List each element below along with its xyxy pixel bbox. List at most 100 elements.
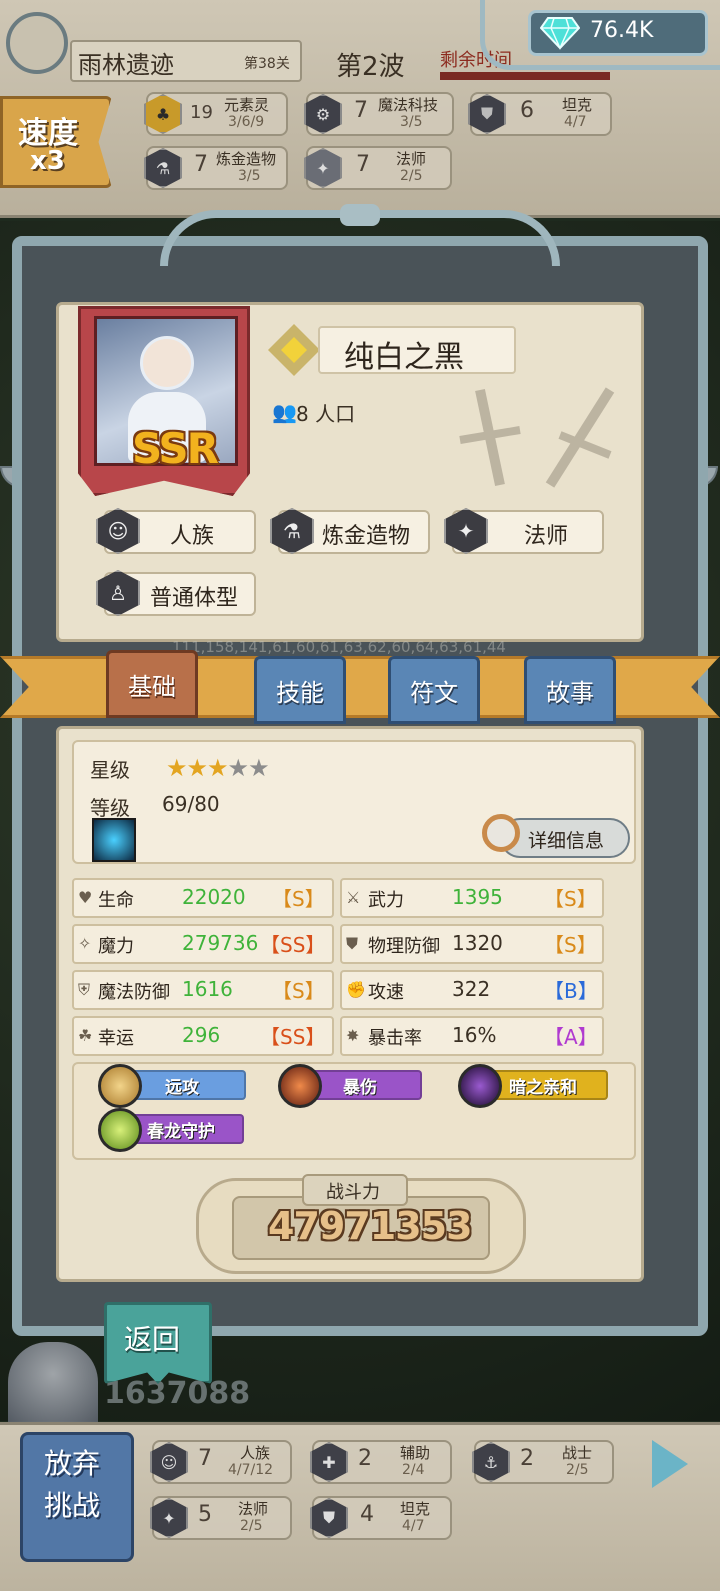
- player-avatar[interactable]: [6, 12, 68, 74]
- star-empty-icon: ★: [248, 754, 269, 782]
- star-filled-icon: ★: [186, 754, 208, 782]
- synergy-name: 法师: [396, 150, 427, 168]
- stat-value: 1616: [182, 977, 233, 1001]
- stat-grade: 【S】: [544, 933, 597, 957]
- star-filled-icon: ★: [207, 754, 228, 782]
- stat-grade: 【SS】: [260, 1025, 326, 1049]
- stat-name: 物理防御: [368, 936, 440, 957]
- synergy-name: 人族: [240, 1444, 271, 1462]
- stage-name: 雨林遗迹: [78, 51, 174, 79]
- stat-value: 22020: [182, 885, 246, 909]
- burst-icon: ✸: [346, 1026, 360, 1045]
- stat-name: 生命: [98, 890, 134, 911]
- synergy-count: 7: [198, 1446, 212, 1471]
- synergy-count: 19: [190, 102, 213, 123]
- next-page-arrow-icon[interactable]: [652, 1440, 688, 1488]
- synergy-name: 魔法科技: [378, 96, 439, 114]
- detail-info-label: 详细信息: [528, 830, 605, 852]
- hero-figure-head: [140, 336, 194, 390]
- synergy-count: 6: [520, 98, 534, 123]
- background-score: 1637088: [104, 1376, 251, 1411]
- stat-name: 暴击率: [368, 1028, 422, 1049]
- power-label: 战斗力: [326, 1182, 380, 1203]
- dark-affinity-icon: [458, 1064, 502, 1108]
- stat-value: 1320: [452, 931, 503, 955]
- stat-grade: 【A】: [544, 1025, 598, 1049]
- sword-icon: ⚔: [346, 888, 361, 907]
- synergy-progress: 4/7: [564, 114, 587, 130]
- star-rating: ★★★★★: [166, 754, 270, 782]
- tab-skills[interactable]: 技能: [254, 656, 346, 724]
- stat-name: 武力: [368, 890, 404, 911]
- synergy-progress: 3/5: [400, 114, 423, 130]
- level-value: 69/80: [162, 792, 220, 816]
- back-label: 返回: [124, 1323, 181, 1356]
- wave-label: 第2波: [336, 52, 405, 82]
- remaining-time-bar: [440, 72, 610, 80]
- synergy-progress: 4/7: [402, 1518, 425, 1534]
- synergy-progress: 3/5: [238, 168, 261, 184]
- synergy-name: 战士: [562, 1444, 593, 1462]
- heart-icon: ♥: [78, 888, 93, 907]
- level-label: 等级: [90, 796, 130, 820]
- synergy-name: 元素灵: [224, 96, 270, 114]
- stat-name: 魔力: [98, 936, 134, 957]
- synergy-progress: 4/7/12: [228, 1462, 274, 1478]
- stat-name: 魔法防御: [98, 982, 170, 1003]
- stat-value: 1395: [452, 885, 503, 909]
- quit-label-line1: 放弃: [44, 1447, 101, 1480]
- speed-value: x3: [30, 146, 65, 176]
- synergy-progress: 2/5: [240, 1518, 263, 1534]
- synergy-name: 坦克: [562, 96, 593, 114]
- stat-grade: 【S】: [544, 887, 597, 911]
- clover-icon: ☘: [78, 1026, 93, 1045]
- background-damage-numbers: 111,158,141,61,60,61,63,62,60,64,63,61,4…: [172, 638, 506, 656]
- synergy-progress: 2/5: [566, 1462, 589, 1478]
- trait-label: 普通体型: [150, 586, 239, 611]
- synergy-name: 炼金造物: [216, 150, 277, 168]
- stat-grade: 【S】: [272, 979, 325, 1003]
- trait-label: 炼金造物: [322, 524, 411, 549]
- hero-population: 8 人口: [296, 402, 356, 426]
- synergy-count: 7: [356, 152, 370, 177]
- stat-value: 322: [452, 977, 491, 1001]
- stat-grade: 【SS】: [260, 933, 326, 957]
- gem-value: 76.4K: [590, 18, 654, 43]
- shield-icon: ⛊: [346, 934, 359, 953]
- power-value: 47971353: [268, 1204, 473, 1248]
- stat-value: 16%: [452, 1023, 497, 1047]
- magnifier-icon: [482, 814, 520, 852]
- synergy-count: 2: [358, 1446, 372, 1471]
- synergy-count: 5: [198, 1502, 212, 1527]
- stat-grade: 【B】: [544, 979, 598, 1003]
- stat-grade: 【S】: [272, 887, 325, 911]
- unit-portrait: [8, 1342, 98, 1422]
- star-label: 星级: [90, 758, 130, 782]
- stat-value: 296: [182, 1023, 221, 1047]
- sparkle-icon: ✧: [78, 934, 92, 953]
- synergy-count: 2: [520, 1446, 534, 1471]
- stat-value: 279736: [182, 931, 259, 955]
- population-icon: 👥: [272, 400, 297, 424]
- stat-name: 攻速: [368, 982, 404, 1003]
- rarity-badge: SSR: [132, 424, 219, 473]
- synergy-count: 4: [360, 1502, 374, 1527]
- diamond-icon: [540, 17, 580, 50]
- synergy-name: 辅助: [400, 1444, 431, 1462]
- tab-basics[interactable]: 基础: [106, 650, 198, 718]
- trait-label: 人族: [170, 524, 215, 549]
- fist-icon: ✊: [346, 980, 366, 999]
- synergy-progress: 2/5: [400, 168, 423, 184]
- crossed-swords-decoration: [459, 387, 615, 488]
- tab-story[interactable]: 故事: [524, 656, 616, 724]
- synergy-name: 坦克: [400, 1500, 431, 1518]
- panel-knob: [340, 204, 380, 226]
- star-filled-icon: ★: [166, 754, 187, 782]
- hero-class-thumbnail[interactable]: [92, 818, 136, 862]
- synergy-count: 7: [354, 98, 368, 123]
- quit-label-line2: 挑战: [44, 1489, 101, 1522]
- star-empty-icon: ★: [227, 754, 249, 782]
- crit-damage-icon: [278, 1064, 322, 1108]
- stage-number: 第38关: [244, 56, 290, 72]
- tab-runes[interactable]: 符文: [388, 656, 480, 724]
